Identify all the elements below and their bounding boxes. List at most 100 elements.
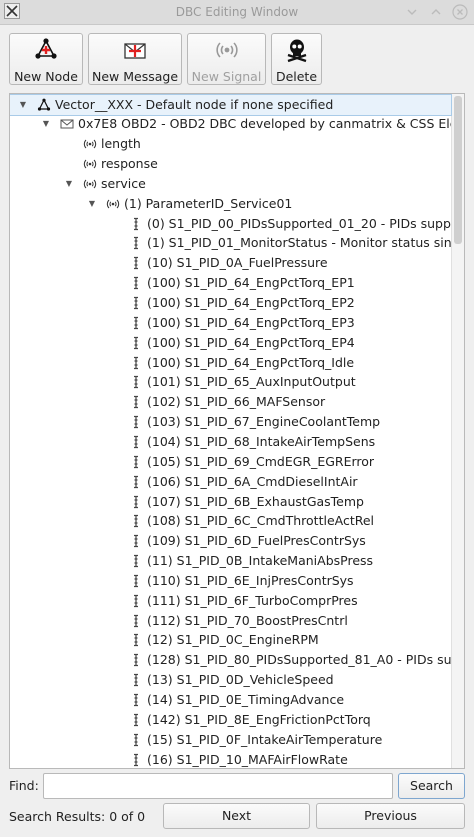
tree-row[interactable]: (110) S1_PID_6E_InjPresContrSys — [10, 571, 451, 591]
tree-row-label: (11) S1_PID_0B_IntakeManiAbsPress — [147, 553, 374, 569]
message-icon — [60, 117, 74, 131]
tree-row-label: (0) S1_PID_00_PIDsSupported_01_20 - PIDs… — [147, 215, 451, 231]
search-button[interactable]: Search — [398, 773, 465, 799]
tree-row-label: (108) S1_PID_6C_CmdThrottleActRel — [147, 513, 375, 529]
tree-row[interactable]: (1) S1_PID_01_MonitorStatus - Monitor st… — [10, 233, 451, 253]
new-node-icon — [35, 38, 57, 59]
expand-arrow-icon[interactable]: ▼ — [87, 194, 97, 214]
tree-row[interactable]: (109) S1_PID_6D_FuelPresContrSys — [10, 531, 451, 551]
tree-row-label: (10) S1_PID_0A_FuelPressure — [147, 255, 328, 271]
tree-row[interactable]: (0) S1_PID_00_PIDsSupported_01_20 - PIDs… — [10, 214, 451, 234]
new-node-label: New Node — [14, 69, 78, 84]
tree-row[interactable]: (13) S1_PID_0D_VehicleSpeed — [10, 670, 451, 690]
tree-row[interactable]: length — [10, 134, 451, 154]
tree-row[interactable]: (100) S1_PID_64_EngPctTorq_EP4 — [10, 333, 451, 353]
expand-arrow-icon[interactable]: ▼ — [41, 114, 51, 134]
tree-row[interactable]: ▼ 0x7E8 OBD2 - OBD2 DBC developed by canm… — [10, 114, 451, 134]
tree-row-label: (1) ParameterID_Service01 — [124, 195, 293, 211]
maximize-icon[interactable] — [428, 4, 444, 20]
tree-row[interactable]: (12) S1_PID_0C_EngineRPM — [10, 630, 451, 650]
value-icon — [129, 256, 143, 270]
search-results-text: Search Results: 0 of 0 — [9, 809, 146, 824]
tree-row[interactable]: (100) S1_PID_64_EngPctTorq_EP1 — [10, 273, 451, 293]
tree-row[interactable]: (100) S1_PID_64_EngPctTorq_Idle — [10, 353, 451, 373]
dbc-tree-view[interactable]: ▼ Vector__XXX - Default node if none spec… — [9, 93, 465, 769]
value-icon — [129, 733, 143, 747]
expand-arrow-icon[interactable]: ▼ — [64, 174, 74, 194]
value-icon — [129, 574, 143, 588]
tree-row-label: (109) S1_PID_6D_FuelPresContrSys — [147, 533, 366, 549]
value-icon — [129, 276, 143, 290]
value-icon — [129, 435, 143, 449]
new-signal-button[interactable]: New Signal — [187, 33, 266, 85]
tree-row[interactable]: (106) S1_PID_6A_CmdDieselIntAir — [10, 472, 451, 492]
tree-row-label: (105) S1_PID_69_CmdEGR_EGRError — [147, 453, 375, 469]
value-icon — [129, 356, 143, 370]
tree-row[interactable]: (108) S1_PID_6C_CmdThrottleActRel — [10, 511, 451, 531]
skull-icon — [287, 39, 306, 63]
minimize-icon[interactable] — [404, 4, 420, 20]
new-message-label: New Message — [91, 69, 179, 84]
tree-row[interactable]: (14) S1_PID_0E_TimingAdvance — [10, 690, 451, 710]
tree-row[interactable]: ▼ (1) ParameterID_Service01 — [10, 194, 451, 214]
tree-row[interactable]: (11) S1_PID_0B_IntakeManiAbsPress — [10, 551, 451, 571]
tree-row[interactable]: (111) S1_PID_6F_TurboComprPres — [10, 591, 451, 611]
value-icon — [129, 753, 143, 767]
tree-row-label: (142) S1_PID_8E_EngFrictionPctTorq — [147, 711, 371, 727]
tree-row[interactable]: (16) S1_PID_10_MAFAirFlowRate — [10, 750, 451, 768]
value-icon — [129, 217, 143, 231]
tree-row[interactable]: ▼ Vector__XXX - Default node if none spec… — [10, 94, 452, 116]
tree-row[interactable]: (142) S1_PID_8E_EngFrictionPctTorq — [10, 710, 451, 730]
value-icon — [129, 236, 143, 250]
tree-row-label: (103) S1_PID_67_EngineCoolantTemp — [147, 414, 381, 430]
new-message-button[interactable]: New Message — [88, 33, 182, 85]
tree-row[interactable]: (105) S1_PID_69_CmdEGR_EGRError — [10, 452, 451, 472]
tree-row[interactable]: (100) S1_PID_64_EngPctTorq_EP2 — [10, 293, 451, 313]
tree-row[interactable]: (10) S1_PID_0A_FuelPressure — [10, 253, 451, 273]
value-icon — [129, 296, 143, 310]
tree-row[interactable]: response — [10, 154, 451, 174]
tree-row[interactable]: (107) S1_PID_6B_ExhaustGasTemp — [10, 492, 451, 512]
tree-scrollbar-thumb[interactable] — [454, 96, 462, 244]
delete-button[interactable]: Delete — [271, 33, 322, 85]
tree-row-label: (100) S1_PID_64_EngPctTorq_EP2 — [147, 295, 355, 310]
tree-row-label: (100) S1_PID_64_EngPctTorq_EP4 — [147, 334, 355, 350]
tree-row-label: (102) S1_PID_66_MAFSensor — [147, 394, 326, 410]
next-button[interactable]: Next — [163, 803, 310, 829]
tree-row-label: (111) S1_PID_6F_TurboComprPres — [147, 592, 358, 608]
expand-arrow-icon[interactable]: ▼ — [18, 95, 28, 115]
new-message-icon — [124, 43, 146, 59]
tree-row[interactable]: ▼ service — [10, 174, 451, 194]
value-icon — [129, 375, 143, 389]
tree-row-label: (107) S1_PID_6B_ExhaustGasTemp — [147, 493, 364, 509]
tree-row[interactable]: (15) S1_PID_0F_IntakeAirTemperature — [10, 730, 451, 750]
tree-row-label: (100) S1_PID_64_EngPctTorq_EP3 — [147, 314, 355, 330]
tree-row[interactable]: (128) S1_PID_80_PIDsSupported_81_A0 - PI… — [10, 650, 451, 670]
tree-row-label: (112) S1_PID_70_BoostPresCntrl — [147, 612, 348, 628]
previous-button[interactable]: Previous — [316, 803, 465, 829]
signal-icon — [83, 137, 97, 151]
tree-row[interactable]: (101) S1_PID_65_AuxInputOutput — [10, 372, 451, 392]
value-icon — [129, 316, 143, 330]
value-icon — [129, 554, 143, 568]
tree-row[interactable]: (100) S1_PID_64_EngPctTorq_EP3 — [10, 313, 451, 333]
tree-row-label: 0x7E8 OBD2 - OBD2 DBC developed by canma… — [78, 116, 451, 132]
value-icon — [129, 336, 143, 350]
tree-row-label: (100) S1_PID_64_EngPctTorq_Idle — [147, 354, 355, 370]
tree-row[interactable]: (102) S1_PID_66_MAFSensor — [10, 392, 451, 412]
tree-row[interactable]: (112) S1_PID_70_BoostPresCntrl — [10, 611, 451, 631]
tree-row-label: (14) S1_PID_0E_TimingAdvance — [147, 692, 345, 707]
tree-row[interactable]: (104) S1_PID_68_IntakeAirTempSens — [10, 432, 451, 452]
value-icon — [129, 395, 143, 409]
find-input[interactable] — [43, 773, 393, 799]
tree-row-label: (13) S1_PID_0D_VehicleSpeed — [147, 672, 334, 688]
tree-row-label: (100) S1_PID_64_EngPctTorq_EP1 — [147, 275, 355, 291]
value-icon — [129, 633, 143, 647]
close-icon[interactable] — [452, 4, 468, 20]
tree-scrollbar[interactable] — [451, 94, 464, 768]
tree-row-label: (1) S1_PID_01_MonitorStatus - Monitor st… — [147, 235, 451, 251]
tree-row[interactable]: (103) S1_PID_67_EngineCoolantTemp — [10, 412, 451, 432]
value-icon — [129, 693, 143, 707]
tree-row-label: (16) S1_PID_10_MAFAirFlowRate — [147, 751, 348, 767]
new-node-button[interactable]: New Node — [9, 33, 83, 85]
